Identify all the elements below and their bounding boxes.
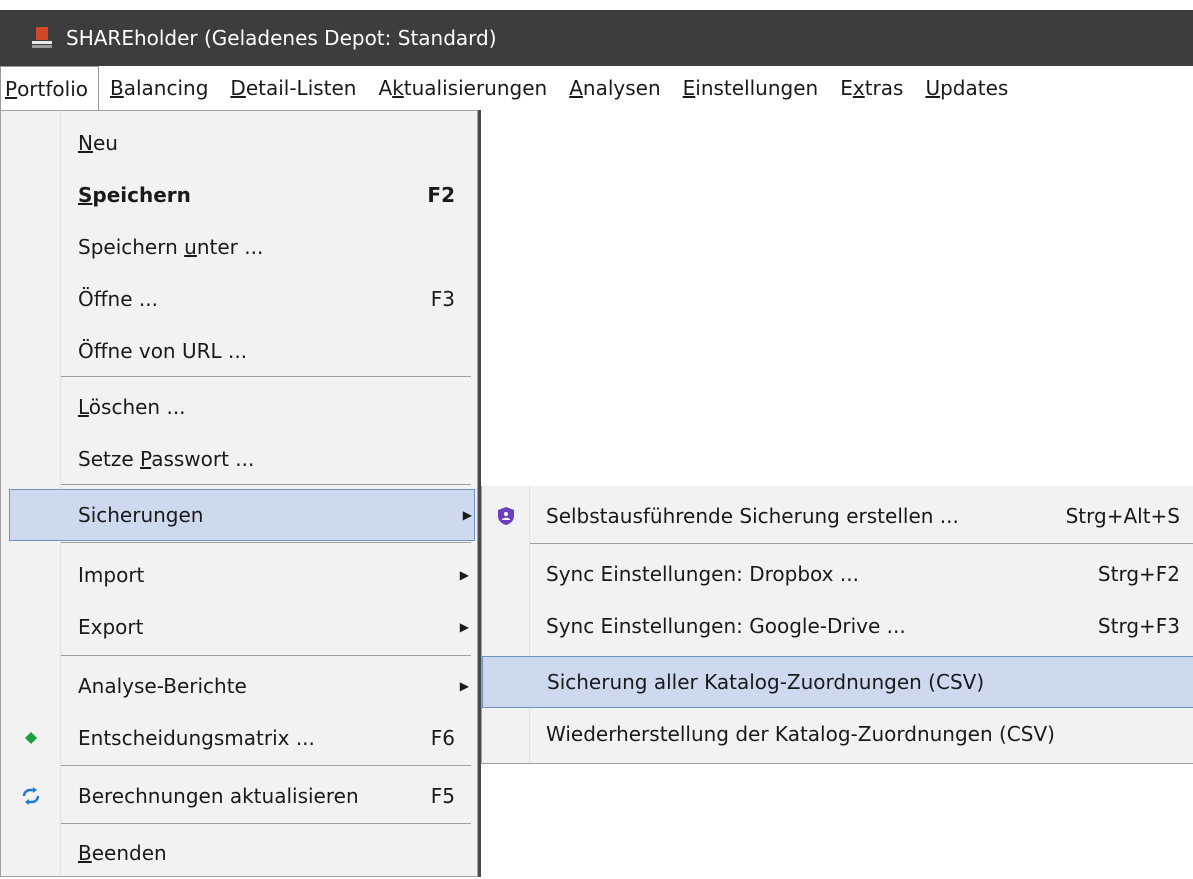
menu-item-export-label: Export — [78, 615, 144, 639]
menubar-portfolio-label: ortfolio — [17, 76, 88, 101]
menubar-aktualisierungen[interactable]: Ak tualisierungen — [368, 66, 559, 110]
menu-item-analyse-berichte-label: Analyse-Berichte — [78, 674, 247, 698]
submenu-item-sicherung-katalog-label: Sicherung aller Katalog-Zuordnungen (CSV… — [547, 670, 985, 694]
menu-item-berechnungen-label: Berechnungen aktualisieren — [78, 784, 359, 808]
menu-item-import-label: Import — [78, 563, 145, 587]
green-diamond-icon — [1, 712, 61, 764]
submenu-item-sync-google-drive[interactable]: Sync Einstellungen: Google-Drive ... Str… — [482, 600, 1193, 652]
menu-item-sicherungen[interactable]: Sicherungen ▶ — [9, 489, 475, 541]
menu-item-neu[interactable]: Neu — [1, 117, 479, 169]
menu-item-setze-passwort[interactable]: Setze Passwort ... — [1, 433, 479, 485]
menu-item-oeffne-url[interactable]: Öffne von URL ... — [1, 325, 479, 377]
submenu-arrow-icon: ▶ — [459, 679, 469, 693]
submenu-item-selbstausfuehrende-sicherung[interactable]: Selbstausführende Sicherung erstellen ..… — [482, 490, 1193, 542]
menu-item-oeffne-label: Öffne ... — [78, 287, 158, 311]
menu-item-speichern-label: Speichern — [78, 183, 191, 207]
menubar-einstellungen[interactable]: Einstellungen — [672, 66, 830, 110]
menu-item-loeschen-label: Löschen ... — [78, 395, 186, 419]
menu-separator — [61, 542, 471, 543]
menu-item-analyse-berichte[interactable]: Analyse-Berichte ▶ — [1, 660, 479, 712]
portfolio-menu: Neu Speichern F2 Speichern unter ... Öff… — [0, 110, 478, 877]
menu-item-beenden[interactable]: Beenden — [1, 827, 479, 879]
submenu-item-selbstausfuehrende-label: Selbstausführende Sicherung erstellen ..… — [546, 504, 959, 528]
refresh-arrows-icon — [1, 770, 61, 822]
menu-item-entscheidungsmatrix-label: Entscheidungsmatrix ... — [78, 726, 315, 750]
menu-separator — [61, 765, 471, 766]
menu-item-setze-passwort-label: Setze Passwort ... — [78, 447, 255, 471]
menubar-portfolio[interactable]: Portfolio — [0, 66, 99, 110]
menu-separator — [61, 823, 471, 824]
menu-item-beenden-label: Beenden — [78, 841, 167, 865]
menu-item-oeffne[interactable]: Öffne ... F3 — [1, 273, 479, 325]
menu-item-oeffne-url-label: Öffne von URL ... — [78, 339, 248, 363]
menu-item-speichern-unter[interactable]: Speichern unter ... — [1, 221, 479, 273]
submenu-item-wiederherstellung-label: Wiederherstellung der Katalog-Zuordnunge… — [546, 722, 1055, 746]
submenu-item-sicherung-katalog[interactable]: Sicherung aller Katalog-Zuordnungen (CSV… — [482, 656, 1193, 708]
title-bar: SHAREholder (Geladenes Depot: Standard) — [0, 10, 1193, 66]
menu-item-entscheidungsmatrix-shortcut: F6 — [430, 726, 455, 750]
menu-item-import[interactable]: Import ▶ — [1, 549, 479, 601]
menu-item-berechnungen-aktualisieren[interactable]: Berechnungen aktualisieren F5 — [1, 770, 479, 822]
menubar-analysen[interactable]: Analysen — [558, 66, 671, 110]
submenu-item-sync-google-shortcut: Strg+F3 — [1097, 614, 1180, 638]
menubar-extras[interactable]: Ex tras — [829, 66, 914, 110]
menu-item-oeffne-shortcut: F3 — [430, 287, 455, 311]
menu-item-export[interactable]: Export ▶ — [1, 601, 479, 653]
menu-separator — [61, 655, 471, 656]
menu-separator — [61, 376, 471, 377]
menu-separator — [61, 484, 471, 485]
window-title: SHAREholder (Geladenes Depot: Standard) — [66, 26, 497, 50]
submenu-arrow-icon: ▶ — [462, 508, 472, 522]
menu-item-speichern-unter-label: Speichern unter ... — [78, 235, 264, 259]
menu-item-speichern-shortcut: F2 — [427, 183, 455, 207]
submenu-separator — [530, 543, 1193, 544]
menubar-detail-listen[interactable]: Detail-Listen — [219, 66, 367, 110]
submenu-item-sync-dropbox-shortcut: Strg+F2 — [1097, 562, 1180, 586]
shield-icon — [482, 490, 530, 542]
submenu-item-sync-dropbox[interactable]: Sync Einstellungen: Dropbox ... Strg+F2 — [482, 548, 1193, 600]
menu-item-speichern[interactable]: Speichern F2 — [1, 169, 479, 221]
app-icon — [32, 27, 52, 49]
menu-item-sicherungen-label: Sicherungen — [78, 503, 204, 527]
sicherungen-submenu: Selbstausführende Sicherung erstellen ..… — [481, 486, 1193, 764]
menu-item-berechnungen-shortcut: F5 — [430, 784, 455, 808]
menu-item-neu-label: Neu — [78, 131, 118, 155]
menubar-updates[interactable]: Updates — [914, 66, 1019, 110]
submenu-arrow-icon: ▶ — [459, 568, 469, 582]
submenu-arrow-icon: ▶ — [459, 620, 469, 634]
menu-item-entscheidungsmatrix[interactable]: Entscheidungsmatrix ... F6 — [1, 712, 479, 764]
submenu-item-sync-dropbox-label: Sync Einstellungen: Dropbox ... — [546, 562, 859, 586]
menu-item-loeschen[interactable]: Löschen ... — [1, 381, 479, 433]
submenu-item-sync-google-label: Sync Einstellungen: Google-Drive ... — [546, 614, 906, 638]
menu-bar: Portfolio Balancing Detail-Listen Ak tual… — [0, 66, 1193, 111]
menubar-balancing[interactable]: Balancing — [99, 66, 219, 110]
submenu-item-wiederherstellung-katalog[interactable]: Wiederherstellung der Katalog-Zuordnunge… — [482, 708, 1193, 760]
submenu-item-selbstausfuehrende-shortcut: Strg+Alt+S — [1065, 504, 1180, 528]
